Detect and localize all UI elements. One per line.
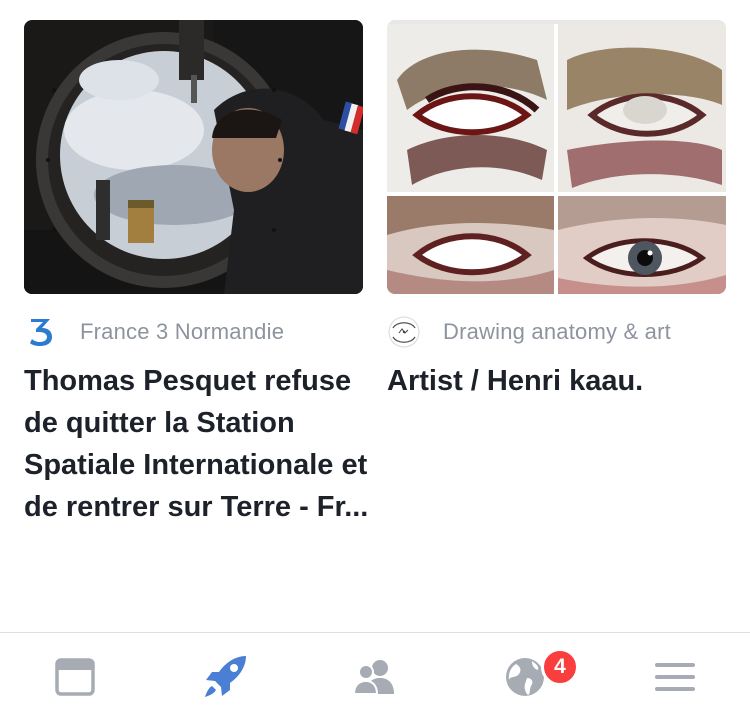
friends-icon xyxy=(352,660,394,695)
tab-news-feed[interactable] xyxy=(51,653,99,701)
eye-painting-studies[interactable] xyxy=(387,20,726,294)
article-card-thomas-pesquet[interactable]: France 3 Normandie Thomas Pesquet refuse… xyxy=(24,20,368,528)
tab-friends[interactable] xyxy=(351,653,399,701)
article-headline[interactable]: Artist / Henri kaau. xyxy=(387,360,732,402)
tab-explore[interactable] xyxy=(201,653,249,701)
news-feed-icon xyxy=(55,658,95,696)
tab-menu[interactable] xyxy=(651,653,699,701)
article-headline[interactable]: Thomas Pesquet refuse de quitter la Stat… xyxy=(24,360,369,528)
rocket-icon xyxy=(205,656,246,697)
globe-icon xyxy=(506,658,544,696)
article-source[interactable]: France 3 Normandie xyxy=(24,314,363,350)
france3-logo-icon xyxy=(24,315,58,349)
bottom-tab-bar xyxy=(0,632,750,720)
astronaut-window-photo[interactable] xyxy=(24,20,363,294)
hamburger-menu-icon xyxy=(655,663,695,691)
article-source[interactable]: Drawing anatomy & art xyxy=(387,314,726,350)
source-name: Drawing anatomy & art xyxy=(443,319,671,344)
article-card-henri-kaau[interactable]: Drawing anatomy & art Artist / Henri kaa… xyxy=(387,20,726,402)
source-name: France 3 Normandie xyxy=(80,319,285,344)
drawing-anatomy-logo-icon xyxy=(387,315,421,349)
notification-badge: 4 xyxy=(541,648,579,686)
